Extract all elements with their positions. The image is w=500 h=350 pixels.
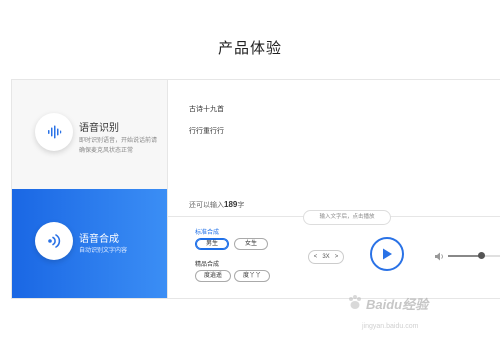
speed-stepper[interactable]: < 3X > <box>308 250 344 264</box>
sidebar-item-label: 语音合成 <box>79 234 119 245</box>
volume-slider[interactable] <box>448 252 500 259</box>
speed-decrease-button[interactable]: < <box>314 254 318 260</box>
volume-fill <box>448 255 481 257</box>
speed-increase-button[interactable]: > <box>335 254 339 260</box>
volume-icon[interactable] <box>434 252 444 261</box>
char-count-suffix: 字 <box>237 202 245 209</box>
voice-male-button[interactable]: 男生 <box>195 238 229 250</box>
standard-voice-label: 标准合成 <box>195 230 220 236</box>
premium-voice-label: 精品合成 <box>195 262 220 268</box>
char-count-prefix: 还可以输入 <box>189 202 224 209</box>
voice-duyaya-button[interactable]: 度丫丫 <box>234 270 270 282</box>
page-title: 产品体验 <box>217 40 282 57</box>
voice-duxiaoyao-button[interactable]: 度逍遥 <box>195 270 231 282</box>
product-demo-panel: 语音识别 即时识别语音，开始说话前请确保麦克风状态正常 语音合成 自动识别文字内… <box>11 79 500 299</box>
sidebar-item-desc: 即时识别语音，开始说话前请确保麦克风状态正常 <box>79 138 158 154</box>
char-count-value: 189 <box>224 200 238 209</box>
sidebar-item-desc: 自动识别文字内容 <box>79 248 128 254</box>
voice-female-button[interactable]: 女生 <box>234 238 268 250</box>
speed-value: 3X <box>322 254 330 260</box>
sidebar-item-speech-synthesis[interactable]: 语音合成 自动识别文字内容 <box>12 189 167 298</box>
play-button[interactable] <box>370 237 404 271</box>
sidebar: 语音识别 即时识别语音，开始说话前请确保麦克风状态正常 语音合成 自动识别文字内… <box>12 80 167 298</box>
text-input-area[interactable]: 古诗十九首 行行重行行 还可以输入189字 输入文字后，点击播放 标准合成 男生… <box>167 80 500 298</box>
watermark-brand: Baidu经验 <box>366 297 429 312</box>
watermark: Baidu经验 jingyan.baidu.com <box>344 290 494 335</box>
char-count: 还可以输入189字 <box>189 200 244 210</box>
watermark-url: jingyan.baidu.com <box>362 323 419 330</box>
sidebar-item-speech-recognition[interactable]: 语音识别 即时识别语音，开始说话前请确保麦克风状态正常 <box>12 80 167 189</box>
sidebar-item-label: 语音识别 <box>79 123 119 134</box>
volume-handle[interactable] <box>477 252 485 259</box>
text-line-title: 古诗十九首 <box>189 106 224 113</box>
play-hint: 输入文字后，点击播放 <box>303 210 391 225</box>
waveform-icon <box>35 113 73 151</box>
sound-wave-icon <box>35 222 73 260</box>
play-icon <box>383 248 392 260</box>
text-line-body: 行行重行行 <box>189 128 224 135</box>
paw-icon <box>349 295 361 309</box>
